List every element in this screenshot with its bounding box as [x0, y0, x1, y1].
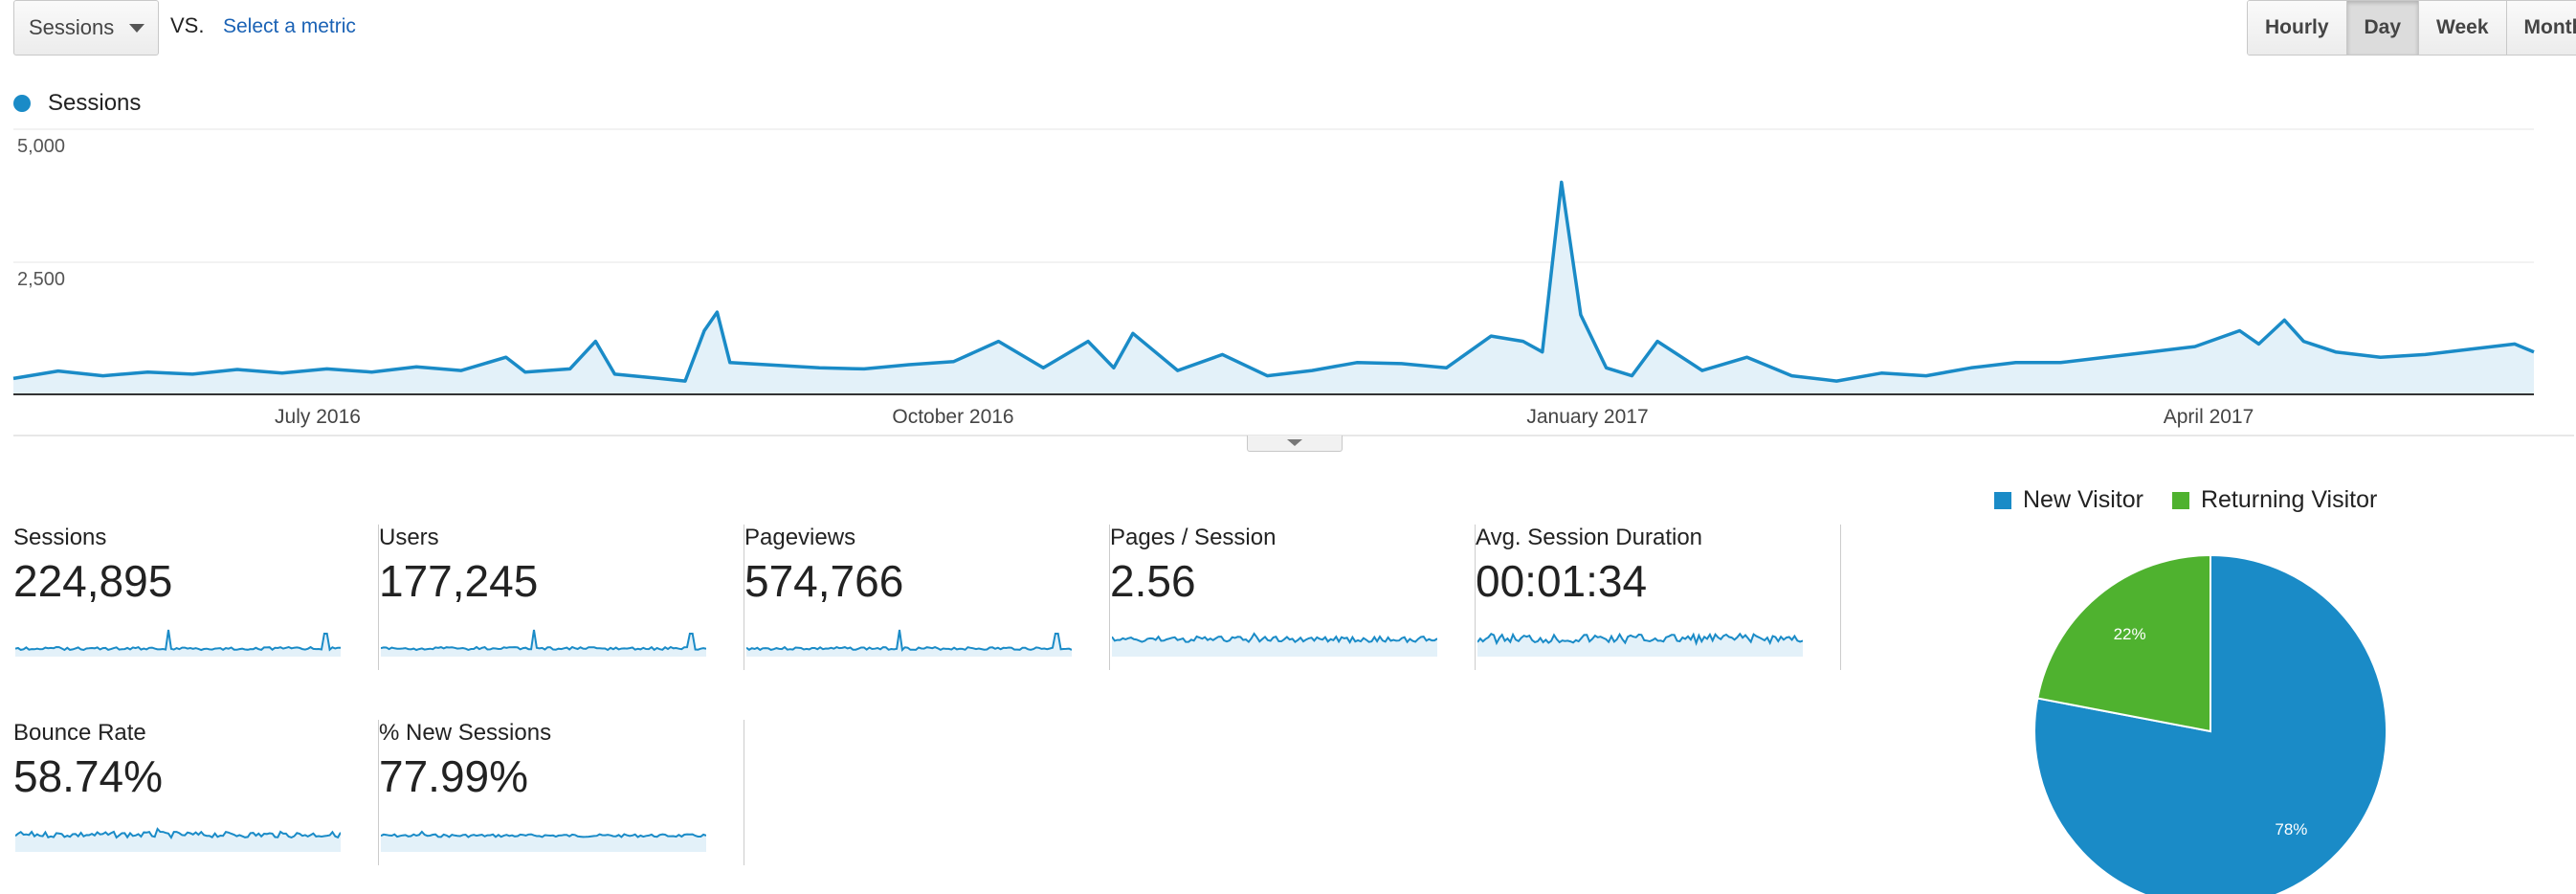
metric-tile-pageviews[interactable]: Pageviews 574,766 [744, 525, 1110, 670]
sessions-line-chart: 5,000 2,500 July 2016 October 2016 Janua… [12, 128, 2574, 436]
pie-slice-label: 78% [2275, 820, 2307, 838]
period-month-button[interactable]: Month [2506, 1, 2576, 55]
metric-tile-pages-per-session[interactable]: Pages / Session 2.56 [1110, 525, 1476, 670]
collapse-chart-toggle[interactable] [1247, 436, 1343, 452]
sparkline-line [15, 629, 341, 652]
metric-select-value: Sessions [29, 15, 115, 39]
period-week-button[interactable]: Week [2419, 1, 2507, 55]
x-tick-label: October 2016 [892, 406, 1013, 428]
chevron-down-icon [129, 24, 144, 33]
pie-legend-item: New Visitor [1994, 486, 2143, 514]
metric-tile-sessions[interactable]: Sessions 224,895 [13, 525, 379, 670]
metric-tile-bounce-rate[interactable]: Bounce Rate 58.74% [13, 720, 379, 865]
sessions-line [12, 180, 2535, 383]
sparkline [15, 827, 341, 852]
sparkline [381, 629, 706, 657]
pie-legend-label: New Visitor [2023, 486, 2143, 513]
x-tick-label: January 2017 [1526, 406, 1648, 428]
sparkline-area [746, 630, 1072, 657]
tile-label: Pageviews [744, 525, 856, 550]
select-metric-link[interactable]: Select a metric [223, 15, 356, 38]
tile-value: 177,245 [379, 556, 539, 606]
tile-label: % New Sessions [379, 720, 552, 746]
caret-down-icon [1287, 439, 1302, 446]
tile-value: 224,895 [13, 556, 173, 606]
y-tick-label: 2,500 [17, 269, 65, 290]
sparkline-line [381, 830, 706, 838]
tile-label: Avg. Session Duration [1476, 525, 1703, 550]
tile-label: Sessions [13, 525, 107, 550]
sparkline-line [381, 629, 706, 652]
vs-label: VS. [170, 13, 205, 37]
metric-tile-avg-session-duration[interactable]: Avg. Session Duration 00:01:34 [1476, 525, 1841, 670]
returning-visitor-swatch [2171, 491, 2189, 509]
tile-label: Users [379, 525, 439, 550]
legend-label-sessions: Sessions [48, 90, 142, 116]
tile-value: 2.56 [1110, 556, 1196, 606]
sparkline [1477, 632, 1803, 657]
visitor-type-pie-chart: 78% 22% [2033, 553, 2387, 894]
sparkline-line [746, 629, 1072, 652]
x-tick-label: April 2017 [2164, 406, 2254, 428]
sparkline [15, 629, 341, 657]
pie-legend: New Visitor Returning Visitor [1994, 486, 2406, 514]
tile-value: 00:01:34 [1476, 556, 1648, 606]
tile-value: 77.99% [379, 751, 529, 801]
sparkline [381, 830, 706, 852]
sparkline-area [15, 630, 341, 657]
x-tick-label: July 2016 [275, 406, 361, 428]
metric-tile-users[interactable]: Users 177,245 [379, 525, 744, 670]
metric-select[interactable]: Sessions [13, 0, 159, 56]
tile-value: 574,766 [744, 556, 904, 606]
sparkline-area [381, 630, 706, 657]
tile-value: 58.74% [13, 751, 164, 801]
sparkline [746, 629, 1072, 657]
period-toggle-group: Hourly Day Week Month [2247, 0, 2576, 56]
sparkline [1112, 632, 1437, 657]
pie-slice-label: 22% [2114, 625, 2146, 643]
sessions-area [13, 182, 2534, 394]
y-tick-label: 5,000 [17, 136, 65, 157]
tile-label: Pages / Session [1110, 525, 1277, 550]
period-day-button[interactable]: Day [2346, 1, 2420, 55]
pie-legend-label: Returning Visitor [2200, 486, 2378, 513]
chart-legend: Sessions [13, 90, 141, 117]
sessions-legend-dot [13, 95, 31, 112]
period-hourly-button[interactable]: Hourly [2248, 1, 2347, 55]
metric-tile-new-sessions[interactable]: % New Sessions 77.99% [379, 720, 744, 865]
pie-legend-item: Returning Visitor [2171, 486, 2378, 514]
tile-label: Bounce Rate [13, 720, 146, 746]
new-visitor-swatch [1994, 491, 2011, 509]
